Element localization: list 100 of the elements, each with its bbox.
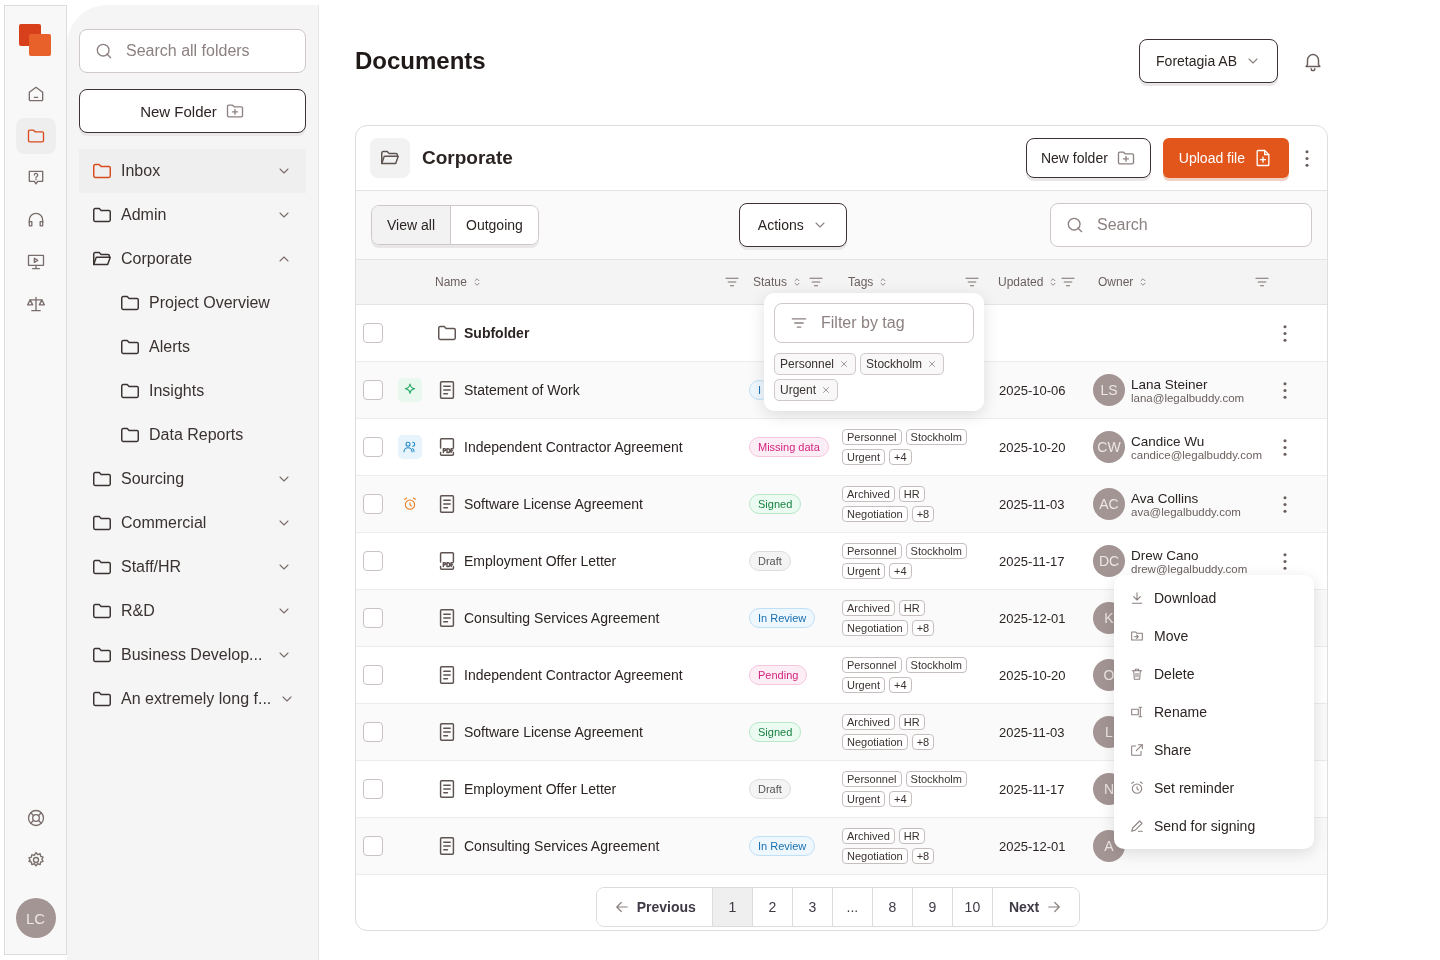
folder-item[interactable]: Inbox — [79, 149, 306, 193]
share-icon — [1129, 742, 1145, 758]
tag-chip: HR — [898, 600, 925, 616]
tag-chip: +8 — [911, 848, 935, 864]
updated-date: 2025-12-01 — [998, 610, 1066, 626]
file-name[interactable]: Software License Agreement — [464, 496, 643, 512]
row-checkbox[interactable] — [363, 494, 383, 514]
view-tab[interactable]: Outgoing — [451, 206, 538, 244]
tag-chip: Negotiation — [842, 620, 908, 636]
status-tag: Pending — [749, 665, 808, 685]
owner-name: Candice Wu — [1131, 433, 1206, 449]
column-header[interactable]: Owner — [1098, 275, 1134, 289]
tag-chip: Archived — [842, 600, 895, 616]
updated-date: 2025-11-17 — [998, 781, 1065, 797]
folder-item[interactable]: Corporate — [79, 237, 306, 281]
updated-date: 2025-11-03 — [998, 724, 1065, 740]
previous-page-button[interactable]: Previous — [596, 888, 713, 926]
organization-dropdown[interactable]: Foretagia AB — [1139, 38, 1278, 83]
folder-title: Corporate — [422, 147, 513, 169]
owner-email: ava@legalbuddy.com — [1131, 505, 1241, 518]
actions-dropdown[interactable]: Actions — [738, 203, 847, 247]
filter-by-tag-box[interactable]: Filter by tag — [774, 303, 974, 343]
page-button[interactable]: 1 — [712, 888, 753, 926]
folder-item[interactable]: Commercial — [79, 501, 306, 545]
folder-nav-button[interactable] — [15, 118, 56, 154]
tag-chip: +4 — [889, 563, 912, 579]
tag-chip: Personnel — [842, 543, 902, 559]
status-tag: Signed — [749, 494, 802, 514]
subfolder-item[interactable]: Alerts — [79, 325, 306, 369]
folder-item[interactable]: Sourcing — [79, 457, 306, 501]
file-name[interactable]: Statement of Work — [464, 382, 580, 398]
row-checkbox[interactable] — [363, 608, 383, 628]
tag-chip: +8 — [911, 734, 935, 750]
upload-file-button[interactable]: Upload file — [1162, 138, 1289, 178]
folder-item[interactable]: Admin — [79, 193, 306, 237]
tag-chip: Negotiation — [842, 848, 908, 864]
tag-chip: Personnel — [842, 657, 902, 673]
people-icon — [398, 435, 422, 459]
folder-item[interactable]: R&D — [79, 589, 306, 633]
file-name[interactable]: Consulting Services Agreement — [464, 610, 660, 626]
row-checkbox[interactable] — [363, 380, 383, 400]
folder-search-field[interactable]: Search all folders — [124, 41, 291, 61]
new-folder-button[interactable]: New Folder — [79, 89, 306, 133]
tag-chip: Stockholm — [905, 543, 967, 559]
row-checkbox[interactable] — [363, 551, 383, 571]
search-icon — [1065, 215, 1085, 235]
more-icon — [1305, 149, 1309, 167]
lifebuoy-icon — [25, 808, 46, 828]
updated-date: 2025-10-06 — [998, 382, 1066, 398]
row-checkbox[interactable] — [363, 836, 383, 856]
column-header[interactable]: Name — [435, 275, 467, 289]
folder-search-box[interactable]: Search all folders — [79, 29, 306, 73]
file-name[interactable]: Independent Contractor Agreement — [464, 439, 683, 455]
column-header[interactable]: Status — [753, 275, 788, 289]
folder-item[interactable]: Business Develop... — [79, 633, 306, 677]
file-name[interactable]: Employment Offer Letter — [464, 781, 617, 797]
subfolder-item[interactable]: Data Reports — [79, 413, 306, 457]
row-checkbox[interactable] — [363, 323, 383, 343]
tag-chip: HR — [898, 486, 925, 502]
new-folder-button[interactable]: New folder — [1025, 138, 1151, 178]
status-tag: Signed — [749, 722, 802, 742]
alarm-clock-icon — [1129, 780, 1145, 796]
row-checkbox[interactable] — [363, 437, 383, 457]
move-icon — [1129, 628, 1145, 644]
owner-name: Lana Steiner — [1131, 376, 1209, 392]
updated-date: 2025-11-17 — [998, 553, 1065, 569]
subfolder-item[interactable]: Project Overview — [79, 281, 306, 325]
row-checkbox[interactable] — [363, 665, 383, 685]
search-box[interactable]: Search — [1050, 203, 1312, 247]
column-header[interactable]: Updated — [998, 275, 1044, 289]
owner-avatar: AC — [1093, 488, 1125, 520]
tag-chip: Personnel — [842, 429, 902, 445]
search-field[interactable]: Search — [1095, 215, 1297, 235]
owner-avatar: CW — [1093, 431, 1125, 463]
file-name[interactable]: Consulting Services Agreement — [464, 838, 660, 854]
tag-chip: Urgent — [842, 449, 886, 465]
tag-chip: Urgent — [842, 563, 886, 579]
file-name[interactable]: Independent Contractor Agreement — [464, 667, 683, 683]
column-header[interactable]: Tags — [848, 275, 874, 289]
tag-chip: Personnel — [842, 771, 902, 787]
folder-item[interactable]: Staff/HR — [79, 545, 306, 589]
search-icon — [94, 41, 114, 61]
file-name[interactable]: Software License Agreement — [464, 724, 643, 740]
row-checkbox[interactable] — [363, 722, 383, 742]
tag-chip: Stockholm — [905, 657, 967, 673]
status-tag: In Review — [749, 836, 816, 856]
pen-icon — [1129, 818, 1145, 834]
tag-chip: Urgent — [842, 677, 886, 693]
subfolder-item[interactable]: Insights — [79, 369, 306, 413]
row-checkbox[interactable] — [363, 779, 383, 799]
filter-by-tag-field[interactable]: Filter by tag — [819, 313, 959, 333]
more-icon — [1283, 495, 1287, 513]
file-name[interactable]: Employment Offer Letter — [464, 553, 617, 569]
rename-icon — [1129, 704, 1145, 720]
view-tab[interactable]: View all — [372, 206, 451, 244]
sort-icon[interactable] — [471, 276, 483, 288]
tag-chip: Negotiation — [842, 506, 908, 522]
scales-icon — [25, 294, 46, 314]
file-name[interactable]: Subfolder — [464, 325, 530, 341]
folder-item[interactable]: An extremely long f... — [79, 677, 306, 721]
